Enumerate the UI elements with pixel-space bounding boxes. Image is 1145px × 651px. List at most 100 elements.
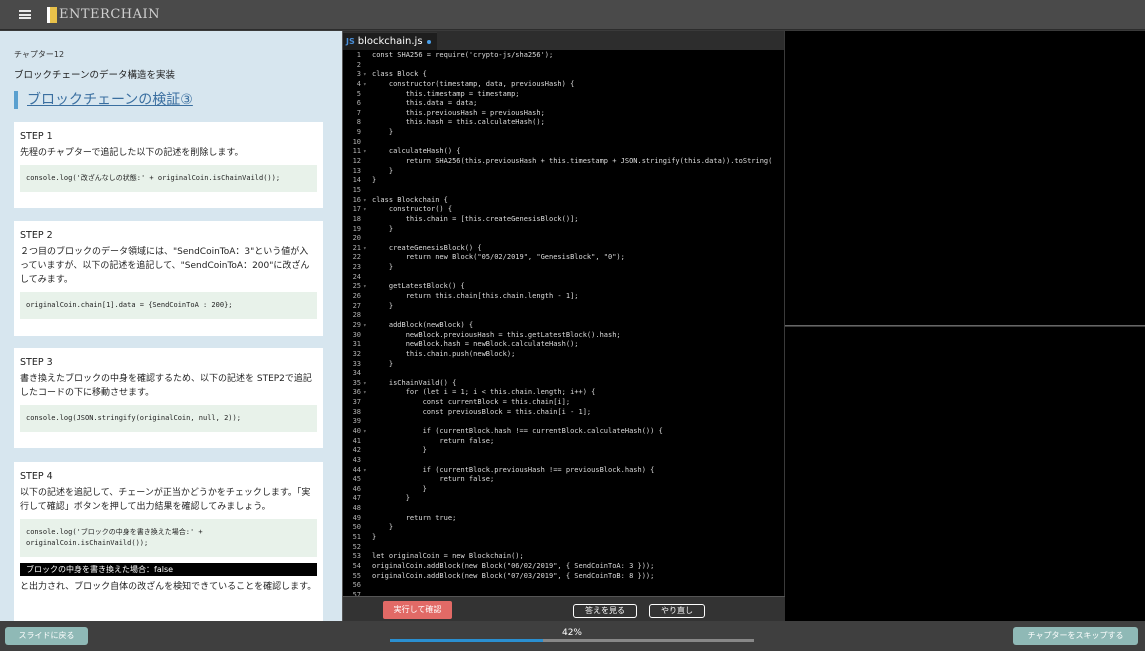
code-line[interactable]: 8 this.hash = this.calculateHash(); <box>343 118 785 128</box>
fold-icon <box>363 533 372 543</box>
skip-chapter-button[interactable]: チャプターをスキップする <box>1013 627 1138 645</box>
code-line[interactable]: 52 <box>343 543 785 553</box>
fold-icon[interactable]: ▾ <box>363 427 372 437</box>
show-answer-button[interactable]: 答えを見る <box>573 604 637 618</box>
code-line[interactable]: 31 newBlock.hash = newBlock.calculateHas… <box>343 340 785 350</box>
code-line[interactable]: 33 } <box>343 360 785 370</box>
step-code[interactable]: console.log('改ざんなしの状態:' + originalCoin.i… <box>20 165 317 192</box>
code-line[interactable]: 1 const SHA256 = require('crypto-js/sha25… <box>343 51 785 61</box>
code-line[interactable]: 56 <box>343 581 785 591</box>
code-line[interactable]: 44 ▾ if (currentBlock.previousHash !== pr… <box>343 466 785 476</box>
redo-button[interactable]: やり直し <box>649 604 705 618</box>
code-line[interactable]: 54 originalCoin.addBlock(new Block("06/02… <box>343 562 785 572</box>
code-line[interactable]: 23 } <box>343 263 785 273</box>
lesson-panel[interactable]: チャプター12 ブロックチェーンのデータ構造を実装 ブロックチェーンの検証③ S… <box>0 31 342 621</box>
line-number: 42 <box>352 446 361 455</box>
fold-icon <box>363 109 372 119</box>
fold-icon[interactable]: ▾ <box>363 321 372 331</box>
code-line[interactable]: 50 } <box>343 523 785 533</box>
code-line[interactable]: 6 this.data = data; <box>343 99 785 109</box>
fold-icon[interactable]: ▾ <box>363 147 372 157</box>
line-number: 14 <box>352 176 361 185</box>
fold-icon[interactable]: ▾ <box>363 282 372 292</box>
line-number: 23 <box>352 263 361 272</box>
step-code[interactable]: console.log('ブロックの中身を書き換えた場合:' + origina… <box>20 519 317 557</box>
code-line[interactable]: 10 <box>343 138 785 148</box>
step-code[interactable]: console.log(JSON.stringify(originalCoin,… <box>20 405 317 432</box>
code-line[interactable]: 5 this.timestamp = timestamp; <box>343 90 785 100</box>
code-line[interactable]: 39 <box>343 417 785 427</box>
fold-icon[interactable]: ▾ <box>363 196 372 206</box>
code-line[interactable]: 19 } <box>343 225 785 235</box>
code-line[interactable]: 36 ▾ for (let i = 1; i < this.chain.lengt… <box>343 388 785 398</box>
code-line[interactable]: 43 <box>343 456 785 466</box>
code-line[interactable]: 22 return new Block("05/02/2019", "Genes… <box>343 253 785 263</box>
fold-icon[interactable]: ▾ <box>363 388 372 398</box>
code-text: return SHA256(this.previousHash + this.t… <box>372 157 773 166</box>
fold-icon <box>363 523 372 533</box>
code-line[interactable]: 48 <box>343 504 785 514</box>
code-area[interactable]: 1 const SHA256 = require('crypto-js/sha25… <box>343 50 785 596</box>
code-line[interactable]: 4 ▾ constructor(timestamp, data, previous… <box>343 80 785 90</box>
code-line[interactable]: 51} <box>343 533 785 543</box>
code-line[interactable]: 14} <box>343 176 785 186</box>
code-line[interactable]: 42 } <box>343 446 785 456</box>
code-text: if (currentBlock.hash !== currentBlock.c… <box>372 426 663 435</box>
code-line[interactable]: 41 return false; <box>343 437 785 447</box>
fold-icon[interactable]: ▾ <box>363 80 372 90</box>
code-line[interactable]: 49 return true; <box>343 514 785 524</box>
code-line[interactable]: 16 ▾ class Blockchain { <box>343 196 785 206</box>
code-line[interactable]: 9 } <box>343 128 785 138</box>
fold-icon[interactable]: ▾ <box>363 70 372 80</box>
code-line[interactable]: 28 <box>343 311 785 321</box>
code-line[interactable]: 47 } <box>343 494 785 504</box>
fold-icon[interactable]: ▾ <box>363 205 372 215</box>
code-line[interactable]: 26 return this.chain[this.chain.length -… <box>343 292 785 302</box>
code-text: } <box>372 484 427 493</box>
run-button[interactable]: 実行して確認 <box>383 601 452 619</box>
code-line[interactable]: 55 originalCoin.addBlock(new Block("07/03… <box>343 572 785 582</box>
code-line[interactable]: 25 ▾ getLatestBlock() { <box>343 282 785 292</box>
code-line[interactable]: 24 <box>343 273 785 283</box>
editor-tab[interactable]: JS blockchain.js <box>343 32 437 50</box>
code-line[interactable]: 20 <box>343 234 785 244</box>
step-text: 以下の記述を追記して、チェーンが正当かどうかをチェックします。「実行して確認」ボ… <box>20 488 311 512</box>
code-line[interactable]: 3 ▾ class Block { <box>343 70 785 80</box>
code-line[interactable]: 34 <box>343 369 785 379</box>
code-line[interactable]: 27 } <box>343 302 785 312</box>
fold-icon[interactable]: ▾ <box>363 379 372 389</box>
code-text: const previousBlock = this.chain[i - 1]; <box>372 407 592 416</box>
code-text: return true; <box>372 513 457 522</box>
result-label: ブロックの中身を書き換えた場合：false <box>20 563 317 576</box>
code-line[interactable]: 11 ▾ calculateHash() { <box>343 147 785 157</box>
step-code[interactable]: originalCoin.chain[1].data = {SendCoinTo… <box>20 292 317 319</box>
code-line[interactable]: 12 return SHA256(this.previousHash + thi… <box>343 157 785 167</box>
code-line[interactable]: 29 ▾ addBlock(newBlock) { <box>343 321 785 331</box>
code-line[interactable]: 21 ▾ createGenesisBlock() { <box>343 244 785 254</box>
code-line[interactable]: 38 const previousBlock = this.chain[i - … <box>343 408 785 418</box>
code-line[interactable]: 53 let originalCoin = new Blockchain(); <box>343 552 785 562</box>
back-to-slides-button[interactable]: スライドに戻る <box>5 627 88 645</box>
fold-icon[interactable]: ▾ <box>363 244 372 254</box>
code-line[interactable]: 46 } <box>343 485 785 495</box>
code-line[interactable]: 13 } <box>343 167 785 177</box>
step-card-2: STEP 2 ２つ目のブロックのデータ領域には、"SendCoinToA：3"と… <box>14 221 323 336</box>
hamburger-menu-icon[interactable] <box>19 10 31 19</box>
code-line[interactable]: 2 <box>343 61 785 71</box>
code-line[interactable]: 35 ▾ isChainVaild() { <box>343 379 785 389</box>
code-line[interactable]: 32 this.chain.push(newBlock); <box>343 350 785 360</box>
code-line[interactable]: 15 <box>343 186 785 196</box>
line-number: 10 <box>352 137 361 146</box>
code-line[interactable]: 37 const currentBlock = this.chain[i]; <box>343 398 785 408</box>
code-line[interactable]: 18 this.chain = [this.createGenesisBlock… <box>343 215 785 225</box>
code-line[interactable]: 17 ▾ constructor() { <box>343 205 785 215</box>
code-line[interactable]: 30 newBlock.previousHash = this.getLates… <box>343 331 785 341</box>
logo[interactable]: ENTERCHAIN <box>47 6 160 23</box>
code-editor[interactable]: JS blockchain.js 1 const SHA256 = require… <box>342 31 785 621</box>
fold-icon[interactable]: ▾ <box>363 466 372 476</box>
code-line[interactable]: 40 ▾ if (currentBlock.hash !== currentBlo… <box>343 427 785 437</box>
code-line[interactable]: 45 return false; <box>343 475 785 485</box>
code-line[interactable]: 7 this.previousHash = previousHash; <box>343 109 785 119</box>
